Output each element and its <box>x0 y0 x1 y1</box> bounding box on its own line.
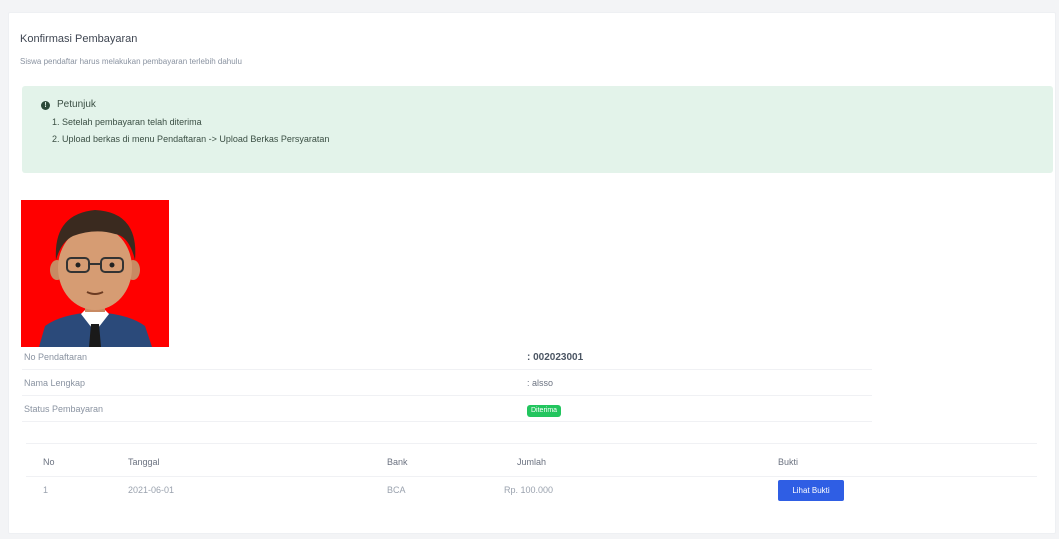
column-header-no: No <box>43 457 55 467</box>
registration-number-value: : 002023001 <box>527 352 584 363</box>
full-name-value: : alsso <box>527 378 554 388</box>
payment-status-label: Status Pembayaran <box>24 404 104 414</box>
instruction-item: 1. Setelah pembayaran telah diterima <box>52 117 202 127</box>
instructions-alert: ! Petunjuk 1. Setelah pembayaran telah d… <box>22 86 1053 173</box>
avatar-illustration <box>21 200 169 347</box>
payments-table: No Tanggal Bank Jumlah Bukti 1 2021-06-0… <box>26 443 1037 506</box>
instruction-item: 2. Upload berkas di menu Pendaftaran -> … <box>52 134 330 144</box>
column-header-jumlah: Jumlah <box>517 457 547 467</box>
full-name-label: Nama Lengkap <box>24 378 86 388</box>
status-badge: Diterima <box>527 405 562 417</box>
full-name-row: Nama Lengkap : alsso <box>22 375 872 396</box>
cell-jumlah: Rp. 100.000 <box>504 485 554 495</box>
cell-tanggal: 2021-06-01 <box>128 485 175 495</box>
payment-status-row: Status Pembayaran Diterima <box>22 401 872 422</box>
instructions-list: 1. Setelah pembayaran telah diterima 2. … <box>52 117 329 151</box>
registration-number-label: No Pendaftaran <box>24 352 88 362</box>
table-divider <box>26 476 1037 477</box>
registration-number-row: No Pendaftaran : 002023001 <box>22 349 872 370</box>
column-header-bukti: Bukti <box>778 457 799 467</box>
profile-photo <box>21 200 169 347</box>
column-header-bank: Bank <box>387 457 408 467</box>
page-title: Konfirmasi Pembayaran <box>20 33 138 45</box>
cell-bank: BCA <box>387 485 406 495</box>
alert-heading: Petunjuk <box>57 99 96 110</box>
column-header-tanggal: Tanggal <box>128 457 160 467</box>
cell-no: 1 <box>43 485 49 495</box>
info-icon: ! <box>41 101 50 110</box>
page-subtitle: Siswa pendaftar harus melakukan pembayar… <box>20 57 242 66</box>
view-proof-button[interactable]: Lihat Bukti <box>778 480 844 501</box>
payment-status-value: Diterima <box>527 404 562 417</box>
